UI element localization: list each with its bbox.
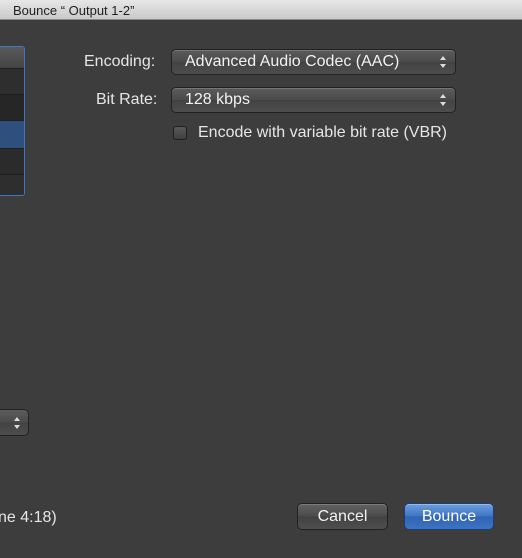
encoding-popup[interactable]: Advanced Audio Codec (AAC) xyxy=(171,49,456,75)
updown-arrows-icon xyxy=(13,416,21,430)
window-title: Bounce “ Output 1-2” xyxy=(13,3,135,18)
destination-list[interactable] xyxy=(0,46,25,196)
bounce-button[interactable]: Bounce xyxy=(404,503,494,530)
encoding-label: Encoding: xyxy=(84,53,156,70)
list-item[interactable] xyxy=(0,175,24,195)
list-item[interactable] xyxy=(0,69,24,95)
vbr-label[interactable]: Encode with variable bit rate (VBR) xyxy=(198,124,447,142)
left-popup[interactable] xyxy=(0,409,29,436)
title-bar[interactable]: Bounce “ Output 1-2” xyxy=(0,0,522,20)
vbr-checkbox[interactable] xyxy=(173,126,187,140)
list-item[interactable] xyxy=(0,95,24,121)
cancel-button[interactable]: Cancel xyxy=(297,503,388,530)
updown-arrows-icon xyxy=(439,93,447,107)
list-header xyxy=(0,47,24,69)
updown-arrows-icon xyxy=(439,55,447,69)
encoding-value: Advanced Audio Codec (AAC) xyxy=(185,53,400,70)
list-item-selected[interactable] xyxy=(0,121,24,149)
bounce-dialog: Bounce “ Output 1-2” Encoding: Advanced … xyxy=(0,0,522,558)
bit-rate-popup[interactable]: 128 kbps xyxy=(171,87,456,113)
bit-rate-label: Bit Rate: xyxy=(96,91,158,108)
list-item[interactable] xyxy=(0,149,24,175)
bit-rate-value: 128 kbps xyxy=(185,91,250,108)
info-text: ne 4:18) xyxy=(0,509,57,526)
dialog-body: Encoding: Advanced Audio Codec (AAC) Bit… xyxy=(0,20,522,558)
